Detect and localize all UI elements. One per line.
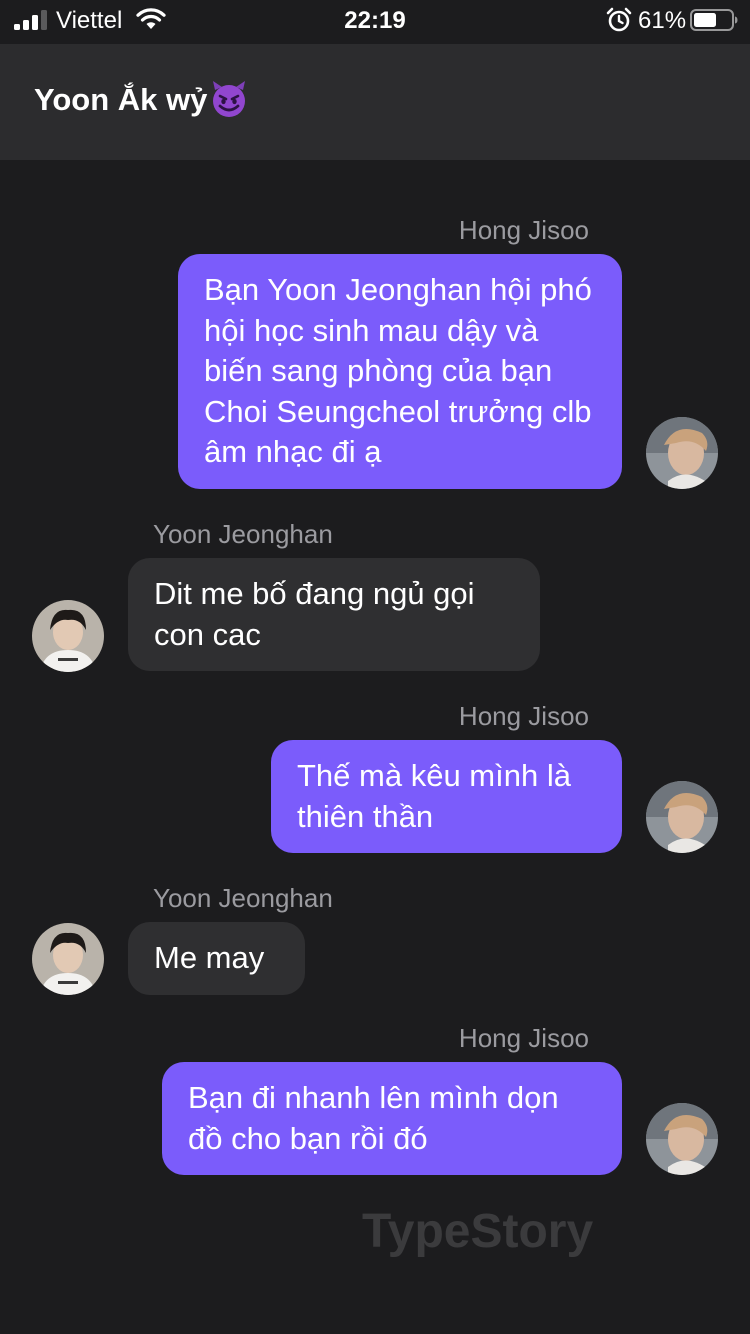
outgoing-message-bubble[interactable]: Thế mà kêu mình là thiên thần [271,740,622,853]
chat-title-text: Yoon Ắk wỷ [34,82,208,117]
message-sender-name: Hong Jisoo [458,215,589,245]
avatar-photo [32,600,104,672]
incoming-message-bubble[interactable]: Dit me bố đang ngủ gọi con cac [128,558,540,671]
message-sender-name: Hong Jisoo [458,701,589,731]
alarm-clock-icon [606,7,632,32]
incoming-message-bubble[interactable]: Me may [128,922,305,995]
smiling-devil-icon [213,80,246,117]
avatar-photo [646,417,718,489]
avatar-hong-jisoo[interactable] [646,781,718,853]
battery-icon [690,9,738,31]
avatar-hong-jisoo[interactable] [646,417,718,489]
typestory-watermark: TypeStory [362,1205,594,1258]
message-sender-name: Yoon Jeonghan [153,519,333,549]
avatar-hong-jisoo[interactable] [646,1103,718,1175]
message-text: Dit me bố đang ngủ gọi con cac [154,576,475,652]
battery-percentage: 61% [638,7,687,34]
avatar-yoon-jeonghan[interactable] [32,600,104,672]
avatar-photo [32,923,104,995]
avatar-photo [646,781,718,853]
message-text: Bạn đi nhanh lên mình dọn đồ cho bạn rồi… [188,1080,559,1156]
status-bar: Viettel 22:19 61% [0,0,750,44]
message-text: Me may [154,940,265,975]
outgoing-message-bubble[interactable]: Bạn đi nhanh lên mình dọn đồ cho bạn rồi… [162,1062,622,1175]
message-sender-name: Hong Jisoo [458,1023,589,1053]
message-text: Thế mà kêu mình là thiên thần [297,758,571,834]
chat-title: Yoon Ắk wỷ [34,80,249,120]
message-sender-name: Yoon Jeonghan [153,883,333,913]
outgoing-message-bubble[interactable]: Bạn Yoon Jeonghan hội phó hội học sinh m… [178,254,622,489]
avatar-photo [646,1103,718,1175]
message-text: Bạn Yoon Jeonghan hội phó hội học sinh m… [204,272,592,469]
avatar-yoon-jeonghan[interactable] [32,923,104,995]
